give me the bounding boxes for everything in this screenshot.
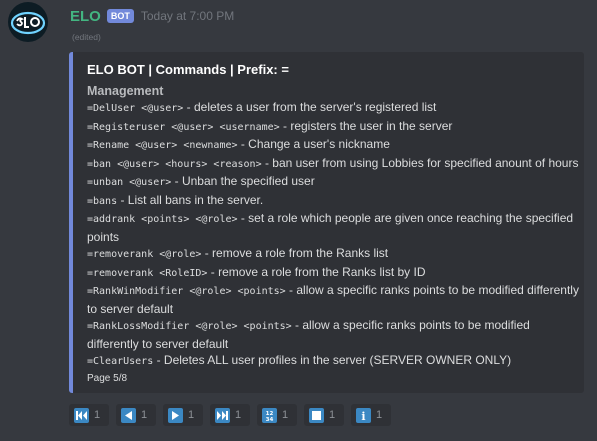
- command-description: - Change a user's nickname: [237, 137, 390, 151]
- command-line: =removerank <RoleID> - remove a role fro…: [87, 264, 582, 283]
- command-syntax: =removerank <RoleID>: [87, 267, 208, 279]
- field-name: Management: [87, 84, 164, 98]
- command-syntax: =unban <@user>: [87, 177, 172, 188]
- reaction-previous-page[interactable]: 1: [116, 404, 156, 426]
- reaction-info[interactable]: i 1: [351, 404, 391, 426]
- information-icon: i: [356, 407, 371, 423]
- command-syntax: =removerank <@role>: [87, 249, 202, 260]
- command-syntax: =addrank <points> <@role>: [87, 214, 238, 225]
- command-description: - registers the user in the server: [279, 118, 453, 133]
- reaction-page-number[interactable]: 12 34 1: [257, 404, 297, 426]
- command-description: - Unban the specified user: [171, 174, 315, 188]
- reaction-first-page[interactable]: 1: [69, 404, 109, 426]
- command-syntax: =RankLossModifier <@role> <points>: [87, 321, 292, 332]
- chat-message: ELO BOT Today at 7:00 PM (edited) ELO BO…: [0, 0, 597, 441]
- embed-title: ELO BOT | Commands | Prefix: =: [87, 62, 289, 77]
- elo-logo: [10, 11, 46, 35]
- reaction-stop[interactable]: 1: [304, 404, 344, 426]
- command-description: - remove a role from the Ranks list by I…: [207, 264, 426, 279]
- reaction-count: 1: [141, 409, 148, 421]
- embed-footer: Page 5/8: [87, 373, 128, 384]
- command-description: - ban user from using Lobbies for specif…: [261, 155, 579, 170]
- command-line: =RankWinModifier <@role> <points> - allo…: [87, 282, 582, 317]
- reactions-bar: 1 1 1 1 12 34 1 1 i 1: [69, 404, 398, 426]
- svg-text:34: 34: [266, 417, 274, 422]
- arrow-backward-icon: [121, 407, 136, 423]
- command-syntax: =ban <@user> <hours> <reason>: [87, 158, 262, 170]
- command-line: =DelUser <@user> - deletes a user from t…: [87, 99, 582, 118]
- avatar[interactable]: [8, 2, 48, 42]
- edited-label: (edited): [72, 32, 101, 42]
- embed: ELO BOT | Commands | Prefix: = Managemen…: [69, 52, 584, 393]
- command-line: =bans - List all bans in the server.: [87, 192, 582, 211]
- reaction-count: 1: [94, 409, 101, 421]
- command-syntax: =RankWinModifier <@role> <points>: [87, 286, 286, 297]
- command-syntax: =Registeruser <@user> <username>: [87, 121, 280, 133]
- svg-text:i: i: [361, 410, 365, 422]
- bot-tag: BOT: [106, 9, 134, 23]
- field-value: =DelUser <@user> - deletes a user from t…: [87, 99, 582, 371]
- message-header: ELO BOT Today at 7:00 PM: [70, 7, 234, 25]
- arrow-forward-icon: [168, 407, 183, 423]
- command-syntax: =Rename <@user> <newname>: [87, 140, 238, 151]
- reaction-last-page[interactable]: 1: [210, 404, 250, 426]
- timestamp: Today at 7:00 PM: [140, 9, 235, 23]
- reaction-next-page[interactable]: 1: [163, 404, 203, 426]
- numbers-icon: 12 34: [262, 407, 277, 423]
- track-previous-icon: [74, 407, 89, 423]
- command-syntax: =bans: [87, 195, 118, 207]
- reaction-count: 1: [376, 409, 383, 421]
- track-next-icon: [215, 407, 230, 423]
- command-syntax: =DelUser <@user>: [87, 103, 184, 114]
- command-description: - deletes a user from the server's regis…: [183, 100, 437, 114]
- reaction-count: 1: [282, 409, 289, 421]
- command-line: =ban <@user> <hours> <reason> - ban user…: [87, 155, 582, 174]
- command-description: - List all bans in the server.: [117, 192, 264, 207]
- author-name[interactable]: ELO: [70, 8, 101, 25]
- reaction-count: 1: [188, 409, 195, 421]
- command-line: =addrank <points> <@role> - set a role w…: [87, 210, 582, 245]
- command-line: =removerank <@role> - remove a role from…: [87, 245, 582, 264]
- command-line: =RankLossModifier <@role> <points> - all…: [87, 317, 582, 352]
- command-line: =Registeruser <@user> <username> - regis…: [87, 118, 582, 137]
- reaction-count: 1: [235, 409, 242, 421]
- command-description: - Deletes ALL user profiles in the serve…: [153, 353, 512, 367]
- reaction-count: 1: [329, 409, 336, 421]
- command-line: =Rename <@user> <newname> - Change a use…: [87, 136, 582, 155]
- command-line: =ClearUsers - Deletes ALL user profiles …: [87, 352, 582, 371]
- command-description: - remove a role from the Ranks list: [201, 246, 389, 260]
- stop-button-icon: [309, 407, 324, 423]
- command-syntax: =ClearUsers: [87, 356, 154, 367]
- command-line: =unban <@user> - Unban the specified use…: [87, 173, 582, 192]
